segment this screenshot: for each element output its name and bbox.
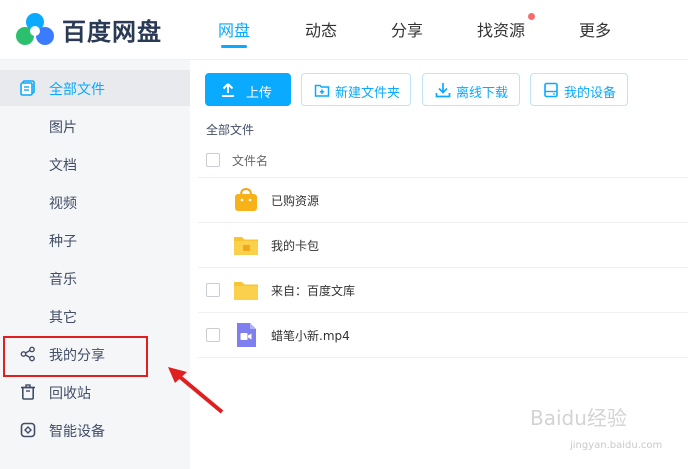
folder-icon <box>234 282 258 300</box>
sidebar-item-all-files[interactable]: 全部文件 <box>0 70 190 106</box>
file-row[interactable]: 已购资源 <box>198 178 688 222</box>
new-folder-icon <box>314 84 330 97</box>
baidu-netdisk-logo[interactable] <box>14 10 56 48</box>
files-icon <box>20 80 35 96</box>
upload-button[interactable]: 上传 <box>205 73 291 106</box>
sidebar-item-label: 种子 <box>49 234 77 250</box>
sidebar-item-label: 其它 <box>49 310 77 326</box>
sidebar-item-label: 视频 <box>49 196 77 212</box>
watermark-url: jingyan.baidu.com <box>570 440 663 451</box>
annotation-arrow-icon <box>168 367 224 414</box>
sidebar-item-torrents[interactable]: 种子 <box>0 222 190 258</box>
row-checkbox[interactable] <box>206 328 220 342</box>
watermark: Baidu经验 <box>530 406 627 430</box>
nav-tab-more[interactable]: 更多 <box>579 17 611 41</box>
divider <box>198 357 688 358</box>
file-row[interactable]: 蜡笔小新.mp4 <box>198 313 688 357</box>
offline-download-button-label: 离线下载 <box>456 86 509 101</box>
download-icon <box>435 83 451 98</box>
upload-button-label: 上传 <box>246 86 273 101</box>
notification-dot <box>528 13 535 20</box>
file-name[interactable]: 我的卡包 <box>271 237 319 254</box>
nav-tab-find-resources[interactable]: 找资源 <box>477 17 525 41</box>
trash-icon <box>21 384 35 400</box>
sidebar-item-label: 回收站 <box>49 386 91 402</box>
my-devices-button-label: 我的设备 <box>564 86 617 101</box>
sidebar-item-music[interactable]: 音乐 <box>0 260 190 296</box>
sidebar-item-label: 全部文件 <box>49 82 105 98</box>
breadcrumb[interactable]: 全部文件 <box>206 121 254 138</box>
file-row[interactable]: 来自：百度文库 <box>198 268 688 312</box>
nav-tab-activity[interactable]: 动态 <box>305 17 337 41</box>
nav-active-indicator <box>221 45 247 48</box>
my-devices-button[interactable]: 我的设备 <box>530 73 628 106</box>
offline-download-button[interactable]: 离线下载 <box>422 73 520 106</box>
brand-title: 百度网盘 <box>62 18 162 46</box>
nav-tab-netdisk[interactable]: 网盘 <box>218 17 250 41</box>
purchase-bag-icon <box>235 187 257 211</box>
hard-drive-icon <box>544 82 558 98</box>
annotation-highlight-box <box>3 336 148 377</box>
sidebar-item-label: 图片 <box>49 120 77 136</box>
new-folder-button[interactable]: 新建文件夹 <box>301 73 411 106</box>
sidebar-item-label: 智能设备 <box>49 424 105 440</box>
new-folder-button-label: 新建文件夹 <box>335 86 401 101</box>
upload-icon <box>222 83 234 97</box>
sidebar-item-label: 文档 <box>49 158 77 174</box>
select-all-checkbox[interactable] <box>206 153 220 167</box>
file-name[interactable]: 已购资源 <box>271 192 319 209</box>
sidebar-item-others[interactable]: 其它 <box>0 298 190 334</box>
sidebar-item-label: 音乐 <box>49 272 77 288</box>
file-name[interactable]: 来自：百度文库 <box>271 282 355 299</box>
column-header-filename[interactable]: 文件名 <box>232 152 268 169</box>
sidebar-item-images[interactable]: 图片 <box>0 108 190 144</box>
sidebar-item-videos[interactable]: 视频 <box>0 184 190 220</box>
file-name[interactable]: 蜡笔小新.mp4 <box>271 327 350 344</box>
top-navigation-bar: 百度网盘 网盘 动态 分享 找资源 更多 <box>0 0 688 60</box>
row-checkbox[interactable] <box>206 283 220 297</box>
device-icon <box>20 422 36 438</box>
card-folder-icon <box>234 237 258 255</box>
sidebar-item-documents[interactable]: 文档 <box>0 146 190 182</box>
nav-tab-share[interactable]: 分享 <box>391 17 423 41</box>
video-file-icon <box>237 323 256 347</box>
file-row[interactable]: 我的卡包 <box>198 223 688 267</box>
